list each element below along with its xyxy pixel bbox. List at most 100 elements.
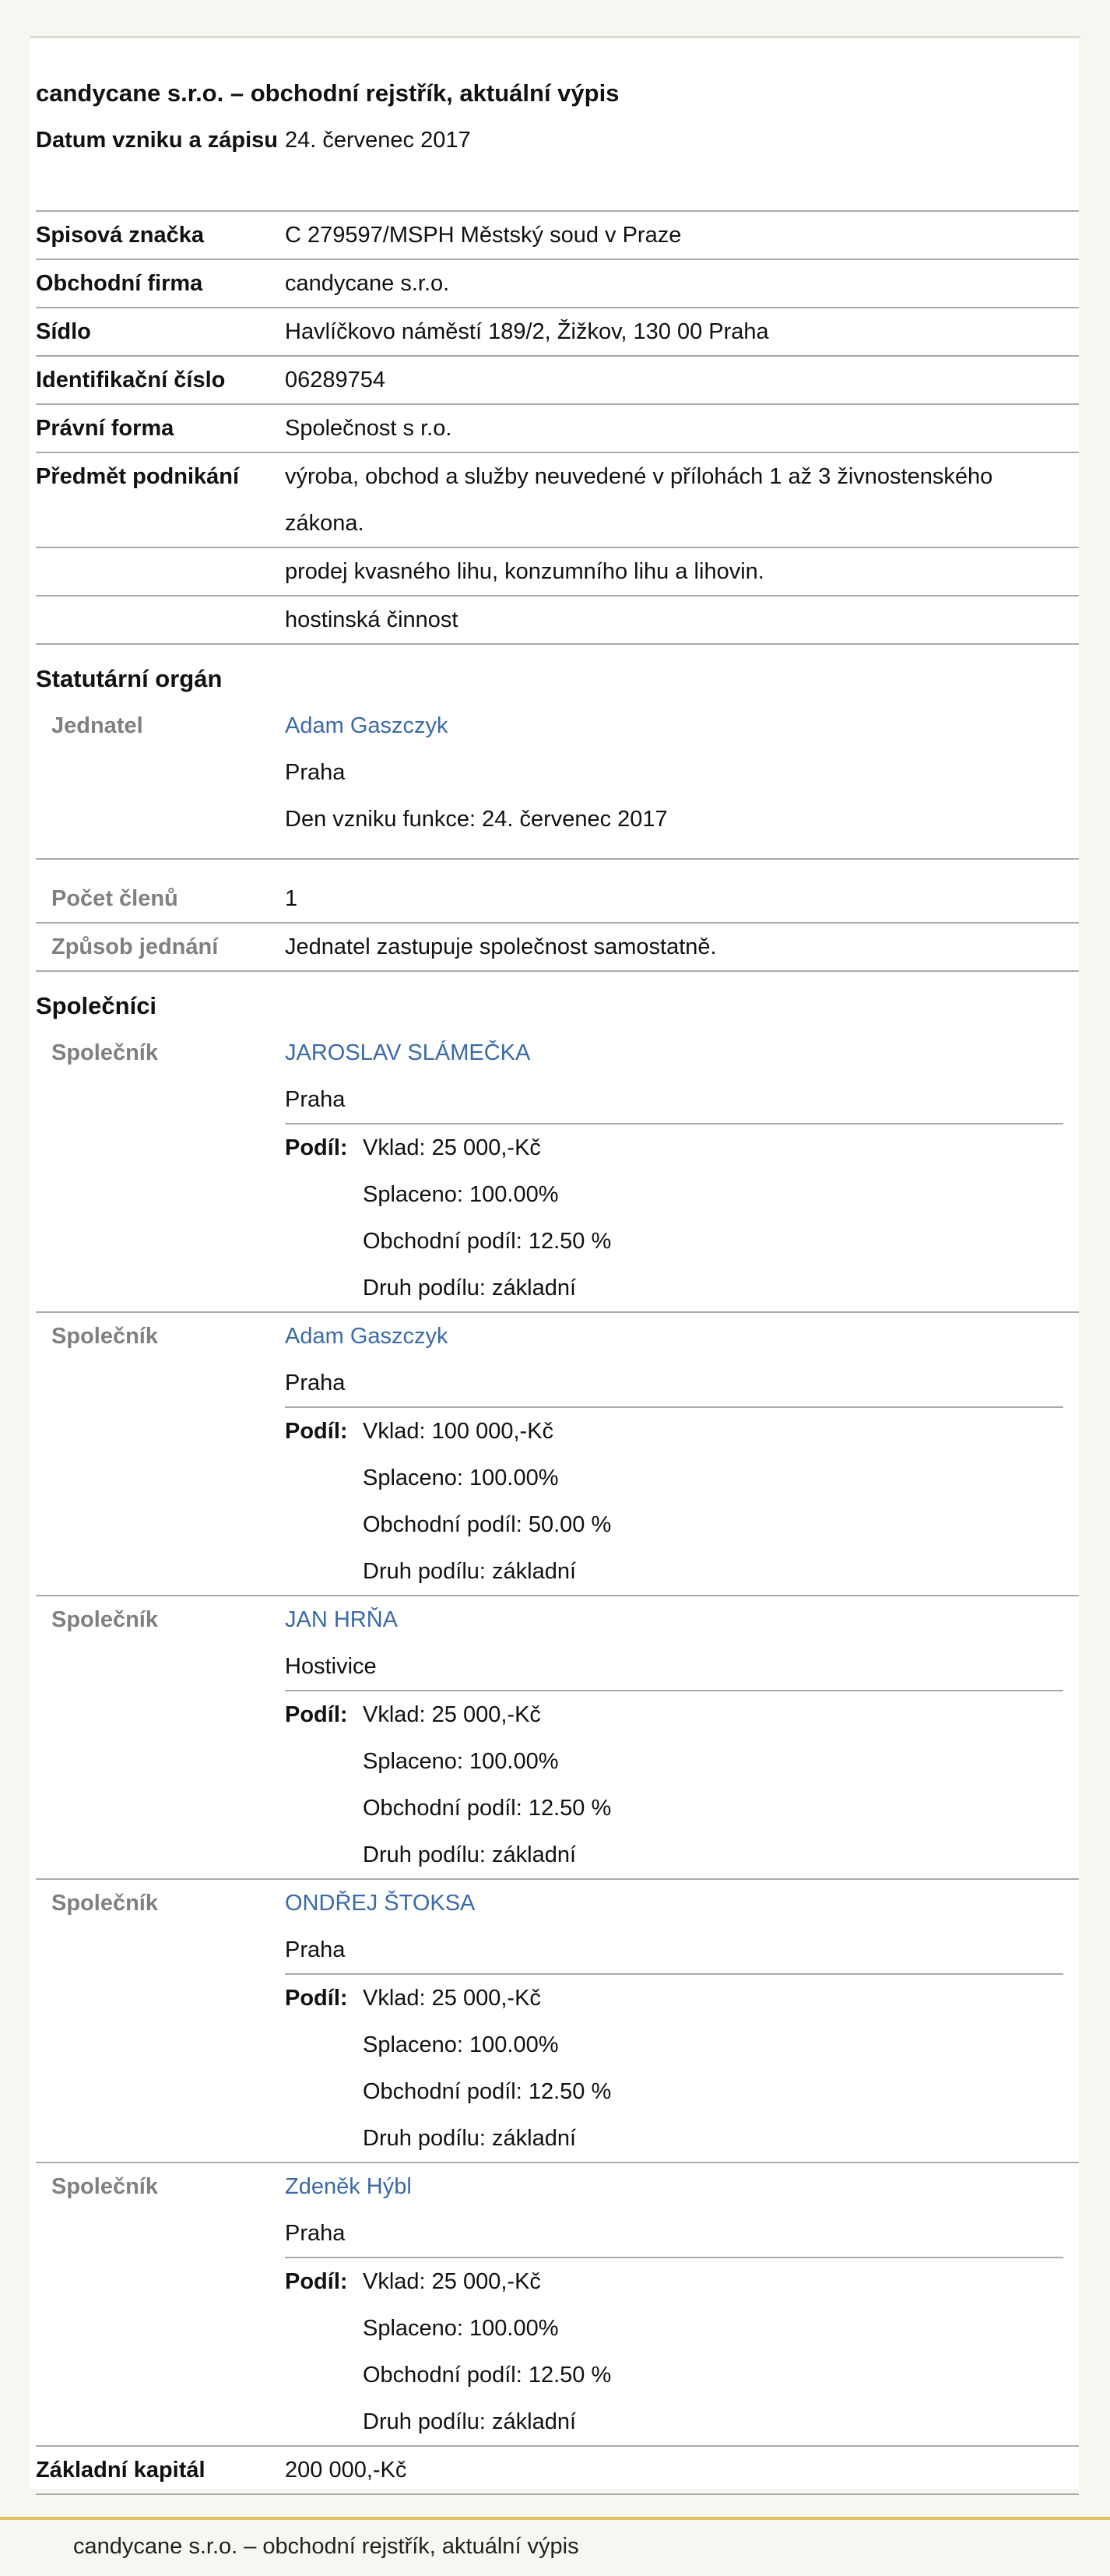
- row-label: Způsob jednání: [51, 934, 219, 959]
- row-label: Společník: [51, 2174, 158, 2199]
- value-text: candycane s.r.o.: [285, 271, 450, 296]
- page-title: candycane s.r.o. – obchodní rejstřík, ak…: [36, 79, 620, 107]
- row-value: JAN HRŇA Hostivice Podíl: Vklad: 25 000,…: [285, 1596, 1079, 1878]
- row-value: Zdeněk Hýbl Praha Podíl: Vklad: 25 000,-…: [285, 2163, 1079, 2445]
- row-label-empty: [36, 596, 285, 643]
- row-ico: Identifikační číslo 06289754: [36, 357, 1079, 405]
- podil-label: Podíl:: [285, 1419, 348, 1444]
- row-label: Obchodní firma: [36, 271, 203, 296]
- section-heading: Statutární orgán: [36, 665, 223, 692]
- person-city: Praha: [285, 1087, 346, 1112]
- podil-label: Podíl:: [285, 1702, 348, 1727]
- druh-podilu: Druh podílu: základní: [363, 1559, 577, 1584]
- footer-text: candycane s.r.o. – obchodní rejstřík, ak…: [73, 2534, 579, 2559]
- value-text: Havlíčkovo náměstí 189/2, Žižkov, 130 00…: [285, 319, 769, 344]
- obchodni-podil: Obchodní podíl: 50.00 %: [363, 1512, 612, 1537]
- section-statutarni: Statutární orgán: [36, 645, 1079, 702]
- value-text: hostinská činnost: [285, 607, 458, 632]
- person-city: Praha: [285, 760, 346, 785]
- row-value: výroba, obchod a služby neuvedené v příl…: [285, 453, 1079, 547]
- row-label: Předmět podnikání: [36, 464, 240, 489]
- value-text: prodej kvasného lihu, konzumního lihu a …: [285, 559, 764, 584]
- row-value: 24. červenec 2017: [285, 117, 1079, 210]
- value-text: 06289754: [285, 368, 386, 392]
- podil-label: Podíl:: [285, 1986, 348, 2011]
- person-city: Praha: [285, 2221, 346, 2246]
- row-value: Adam Gaszczyk Praha Den vzniku funkce: 2…: [285, 702, 1079, 858]
- person-link[interactable]: Adam Gaszczyk: [285, 1324, 448, 1349]
- podil-block: Podíl: Vklad: 25 000,-Kč Splaceno: 100.0…: [285, 1690, 1063, 1878]
- person-link[interactable]: Adam Gaszczyk: [285, 713, 448, 738]
- row-value: 06289754: [285, 357, 1079, 403]
- druh-podilu: Druh podílu: základní: [363, 2126, 577, 2151]
- podil-block: Podíl: Vklad: 25 000,-Kč Splaceno: 100.0…: [285, 1973, 1063, 2162]
- obchodni-podil: Obchodní podíl: 12.50 %: [363, 1796, 612, 1821]
- splaceno: Splaceno: 100.00%: [363, 2032, 559, 2057]
- row-value: Jednatel zastupuje společnost samostatně…: [285, 924, 1079, 970]
- row-value: C 279597/MSPH Městský soud v Praze: [285, 212, 1079, 259]
- vklad: Vklad: 25 000,-Kč: [363, 1986, 541, 2011]
- podil-label: Podíl:: [285, 1135, 348, 1160]
- splaceno: Splaceno: 100.00%: [363, 1466, 559, 1490]
- row-zakladni-kapital: Základní kapitál 200 000,-Kč: [36, 2447, 1079, 2495]
- row-datum: Datum vzniku a zápisu 24. červenec 2017: [36, 117, 1079, 212]
- row-label: Společník: [51, 1324, 158, 1349]
- obchodni-podil: Obchodní podíl: 12.50 %: [363, 1229, 612, 1254]
- row-jednatel: Jednatel Adam Gaszczyk Praha Den vzniku …: [36, 702, 1079, 860]
- row-label-empty: [36, 548, 285, 595]
- row-zpusob-jednani: Způsob jednání Jednatel zastupuje společ…: [36, 924, 1079, 972]
- person-link[interactable]: Zdeněk Hýbl: [285, 2174, 412, 2199]
- footer-divider: [0, 2517, 1110, 2520]
- podil-block: Podíl: Vklad: 25 000,-Kč Splaceno: 100.0…: [285, 1123, 1063, 1311]
- podil-values: Vklad: 25 000,-Kč Splaceno: 100.00% Obch…: [363, 2258, 1063, 2445]
- value-text: 200 000,-Kč: [285, 2458, 407, 2483]
- person-link[interactable]: ONDŘEJ ŠTOKSA: [285, 1891, 475, 1916]
- row-spisova-znacka: Spisová značka C 279597/MSPH Městský sou…: [36, 212, 1079, 260]
- row-predmet-3: hostinská činnost: [36, 596, 1079, 645]
- row-label: Identifikační číslo: [36, 368, 226, 392]
- person-link[interactable]: JAN HRŇA: [285, 1607, 398, 1632]
- section-spolecnici: Společníci: [36, 972, 1079, 1029]
- value-text: 1: [285, 886, 298, 911]
- value-text: Jednatel zastupuje společnost samostatně…: [285, 934, 717, 959]
- row-spolecnik: Společník ONDŘEJ ŠTOKSA Praha Podíl: Vkl…: [36, 1880, 1079, 2163]
- row-value: prodej kvasného lihu, konzumního lihu a …: [285, 548, 1079, 595]
- person-link[interactable]: JAROSLAV SLÁMEČKA: [285, 1040, 530, 1065]
- row-value: ONDŘEJ ŠTOKSA Praha Podíl: Vklad: 25 000…: [285, 1880, 1079, 2162]
- podil-label: Podíl:: [285, 2269, 348, 2294]
- value-text: Společnost s r.o.: [285, 416, 452, 441]
- value-text: výroba, obchod a služby neuvedené v příl…: [285, 464, 993, 536]
- row-predmet-1: Předmět podnikání výroba, obchod a služb…: [36, 453, 1079, 548]
- row-label: Základní kapitál: [36, 2458, 205, 2483]
- top-divider: [30, 36, 1080, 38]
- row-spolecnik: Společník JAROSLAV SLÁMEČKA Praha Podíl:…: [36, 1029, 1079, 1313]
- row-label: Právní forma: [36, 416, 174, 441]
- row-value: 1: [285, 875, 1079, 922]
- value-text: C 279597/MSPH Městský soud v Praze: [285, 223, 682, 248]
- vklad: Vklad: 100 000,-Kč: [363, 1419, 554, 1444]
- vklad: Vklad: 25 000,-Kč: [363, 1702, 541, 1727]
- function-start: Den vzniku funkce: 24. červenec 2017: [285, 807, 668, 832]
- row-spolecnik: Společník JAN HRŇA Hostivice Podíl: Vkla…: [36, 1596, 1079, 1880]
- row-value: Adam Gaszczyk Praha Podíl: Vklad: 100 00…: [285, 1313, 1079, 1595]
- podil-values: Vklad: 25 000,-Kč Splaceno: 100.00% Obch…: [363, 1975, 1063, 2162]
- row-label: Počet členů: [51, 886, 178, 911]
- vklad: Vklad: 25 000,-Kč: [363, 2269, 541, 2294]
- podil-block: Podíl: Vklad: 100 000,-Kč Splaceno: 100.…: [285, 1406, 1063, 1595]
- extract-card: candycane s.r.o. – obchodní rejstřík, ak…: [30, 39, 1079, 2495]
- druh-podilu: Druh podílu: základní: [363, 1842, 577, 1867]
- value-spacer: [285, 164, 1079, 210]
- row-spacer-gap: [36, 860, 1079, 875]
- obchodni-podil: Obchodní podíl: 12.50 %: [363, 2079, 612, 2104]
- row-label: Datum vzniku a zápisu: [36, 117, 285, 210]
- row-spolecnik: Společník Adam Gaszczyk Praha Podíl: Vkl…: [36, 1313, 1079, 1596]
- row-label: Spisová značka: [36, 223, 204, 248]
- row-value: Společnost s r.o.: [285, 405, 1079, 452]
- druh-podilu: Druh podílu: základní: [363, 2409, 577, 2434]
- extract-content: candycane s.r.o. – obchodní rejstřík, ak…: [36, 70, 1079, 2495]
- row-predmet-2: prodej kvasného lihu, konzumního lihu a …: [36, 548, 1079, 596]
- row-label: Společník: [51, 1040, 158, 1065]
- person-city: Praha: [285, 1371, 346, 1395]
- row-value: 200 000,-Kč: [285, 2447, 1079, 2493]
- row-label: Jednatel: [51, 713, 143, 738]
